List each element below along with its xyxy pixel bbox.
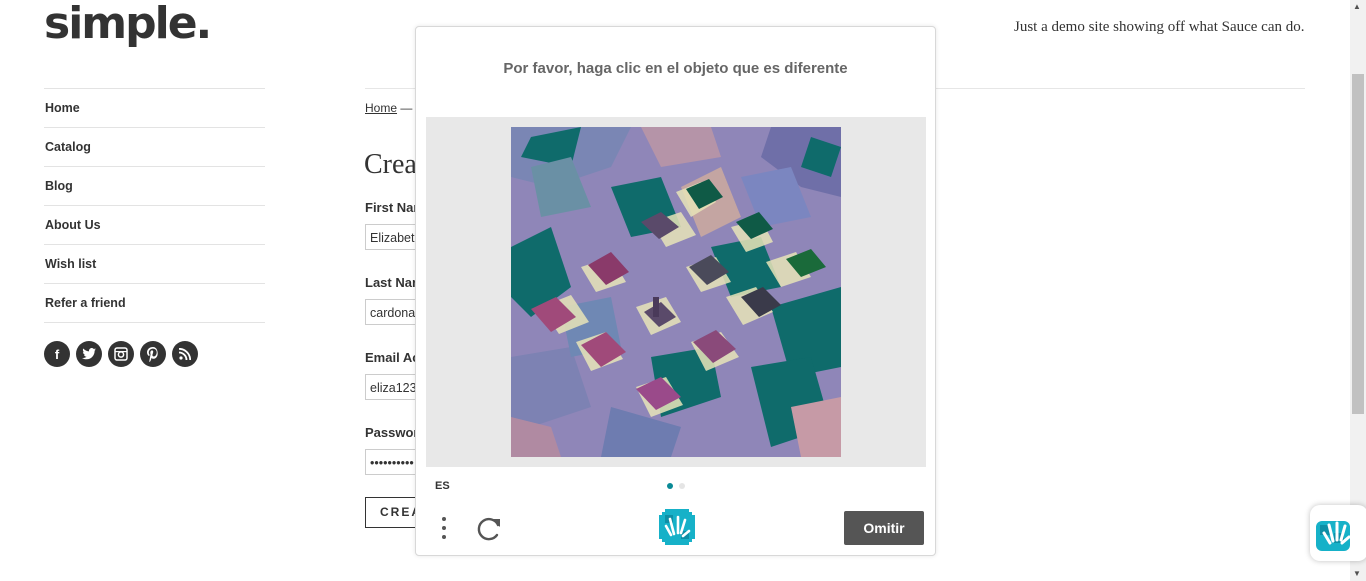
social-links: f (44, 341, 198, 367)
captcha-dialog: Por favor, haga clic en el objeto que es… (415, 26, 936, 556)
progress-dot (679, 483, 685, 489)
rss-icon[interactable] (172, 341, 198, 367)
scrollbar-thumb[interactable] (1352, 74, 1364, 414)
first-name-label: First Nan (365, 200, 422, 215)
captcha-prompt: Por favor, haga clic en el objeto que es… (503, 60, 848, 77)
nav-item-about-us[interactable]: About Us (44, 205, 265, 244)
twitter-icon[interactable] (76, 341, 102, 367)
page-scrollbar[interactable]: ▲ ▼ (1350, 0, 1366, 581)
refresh-icon[interactable] (474, 513, 504, 543)
email-label: Email Ac (365, 350, 420, 365)
pinterest-icon[interactable] (140, 341, 166, 367)
nav-item-blog[interactable]: Blog (44, 166, 265, 205)
scroll-up-arrow-icon[interactable]: ▲ (1353, 2, 1361, 11)
hcaptcha-hand-icon (1316, 521, 1351, 551)
progress-dot-active (667, 483, 673, 489)
breadcrumb-separator: — (400, 101, 413, 115)
site-logo[interactable]: simple. (44, 0, 212, 49)
password-label: Passwor (365, 425, 419, 440)
challenge-image[interactable] (511, 127, 841, 457)
breadcrumb-home-link[interactable]: Home (365, 101, 397, 115)
challenge-area (426, 117, 926, 467)
nav-item-catalog[interactable]: Catalog (44, 127, 265, 166)
nav-item-refer-a-friend[interactable]: Refer a friend (44, 283, 265, 323)
facebook-icon[interactable]: f (44, 341, 70, 367)
menu-dots-icon[interactable] (438, 515, 450, 543)
hcaptcha-logo-icon (659, 509, 695, 545)
nav-item-home[interactable]: Home (44, 88, 265, 127)
site-tagline: Just a demo site showing off what Sauce … (1014, 19, 1305, 35)
nav-item-wish-list[interactable]: Wish list (44, 244, 265, 283)
instagram-icon[interactable] (108, 341, 134, 367)
last-name-label: Last Nan (365, 275, 420, 290)
captcha-widget-button[interactable] (1310, 505, 1366, 561)
language-selector[interactable]: ES (435, 480, 450, 492)
scroll-down-arrow-icon[interactable]: ▼ (1353, 569, 1361, 578)
breadcrumb: Home — (365, 101, 412, 115)
sidebar-nav: Home Catalog Blog About Us Wish list Ref… (44, 88, 265, 323)
page-title: Crea (364, 149, 417, 180)
skip-button[interactable]: Omitir (844, 511, 924, 545)
challenge-progress-dots (667, 483, 685, 489)
